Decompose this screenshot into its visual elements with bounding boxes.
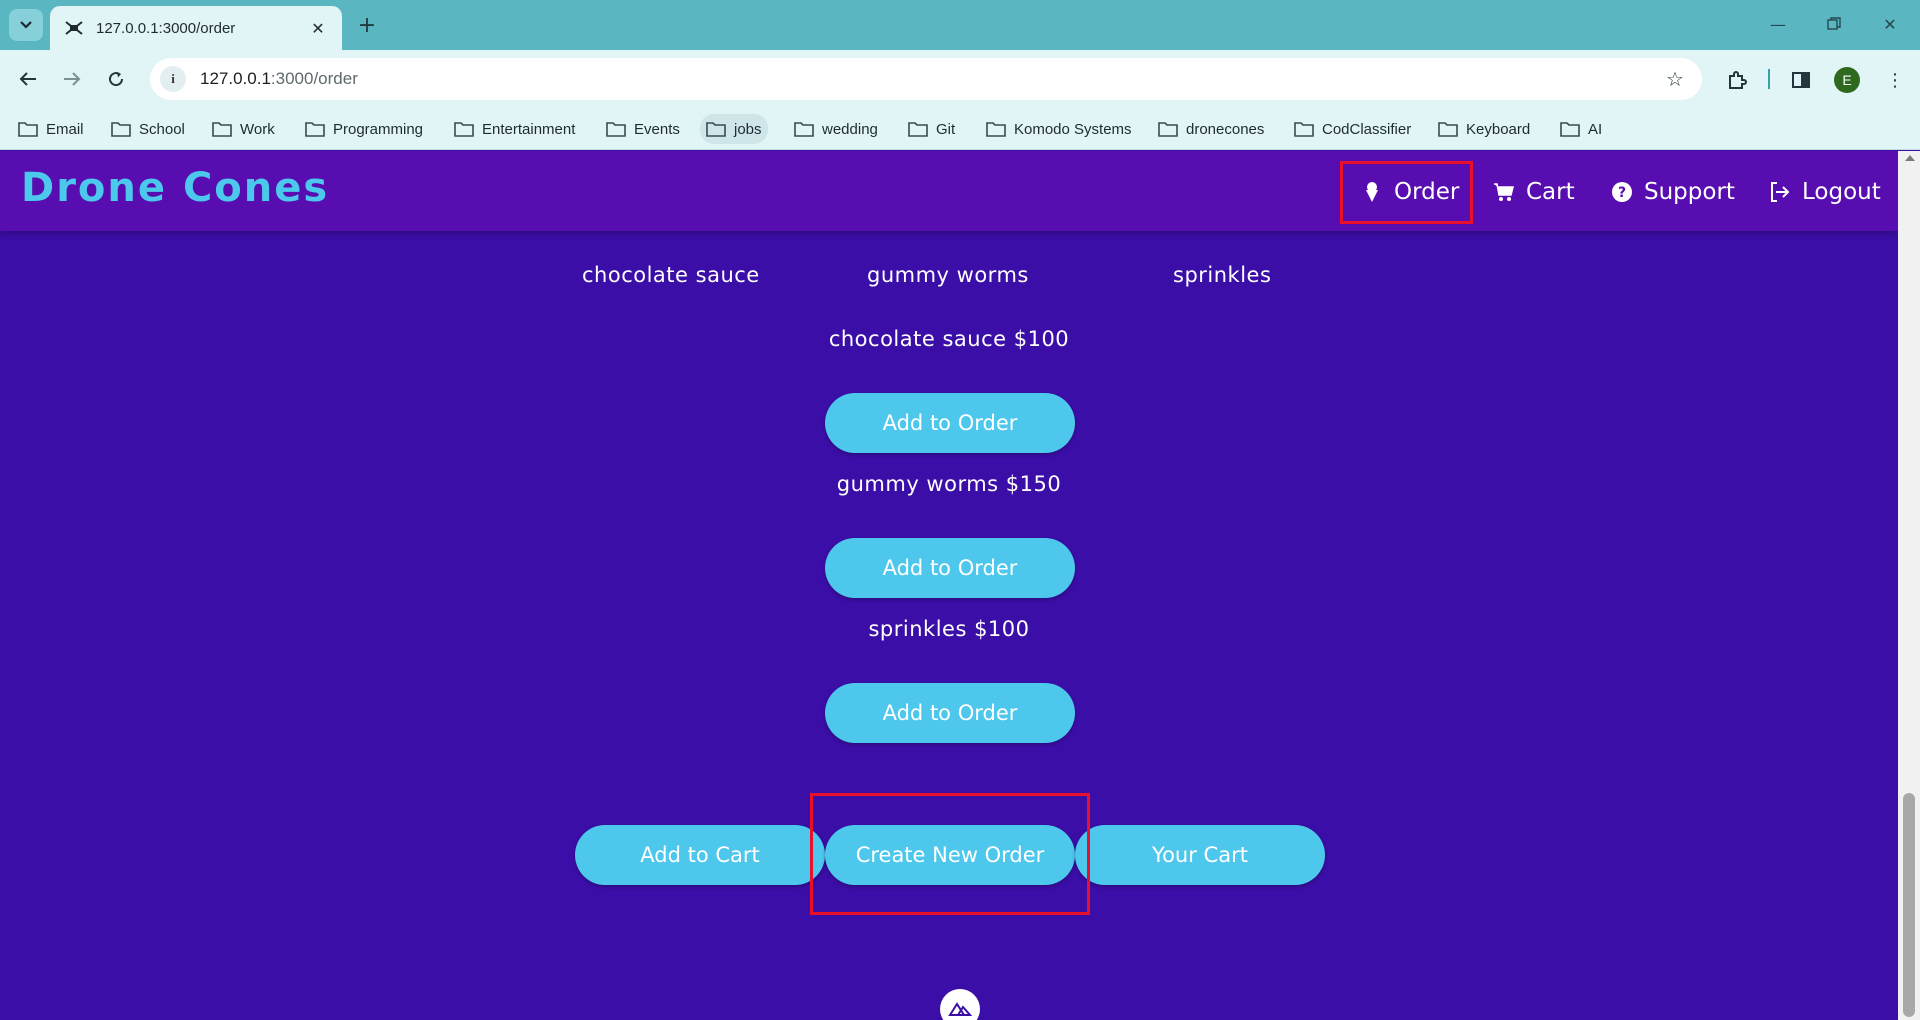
bookmark-komodo-systems[interactable]: Komodo Systems: [980, 114, 1138, 144]
nav-logout[interactable]: Logout: [1768, 175, 1881, 209]
forward-arrow-icon[interactable]: [54, 61, 90, 97]
bookmark-label: jobs: [734, 120, 762, 138]
page-viewport: Drone Cones Order Cart ? Support Logout: [0, 151, 1898, 1020]
toolbar-separator: [1768, 69, 1770, 89]
nav-cart-label: Cart: [1526, 179, 1575, 205]
bookmark-school[interactable]: School: [105, 114, 191, 144]
bookmark-label: AI: [1588, 120, 1603, 138]
nuxt-logo-icon: [940, 989, 980, 1020]
folder-icon: [305, 121, 325, 137]
bookmark-label: dronecones: [1186, 120, 1265, 138]
tab-title: 127.0.0.1:3000/order: [96, 19, 236, 37]
bookmark-email[interactable]: Email: [12, 114, 90, 144]
nav-support[interactable]: ? Support: [1610, 175, 1735, 209]
folder-icon: [454, 121, 474, 137]
folder-icon: [706, 121, 726, 137]
folder-icon: [18, 121, 38, 137]
scroll-thumb[interactable]: [1903, 793, 1915, 1017]
add-to-order-button[interactable]: Add to Order: [825, 538, 1075, 598]
add-to-order-button[interactable]: Add to Order: [825, 393, 1075, 453]
browser-toolbar: i 127.0.0.1:3000/order ☆ E ⋮: [0, 50, 1920, 108]
your-cart-button[interactable]: Your Cart: [1075, 825, 1325, 885]
create-order-highlight-box: [810, 793, 1090, 915]
logout-icon: [1768, 180, 1792, 204]
topping-header-sprinkles: sprinkles: [1173, 263, 1272, 287]
question-circle-icon: ?: [1610, 180, 1634, 204]
bookmark-wedding[interactable]: wedding: [788, 114, 884, 144]
address-host: 127.0.0.1: [200, 69, 271, 88]
side-panel-icon[interactable]: [1786, 65, 1816, 95]
folder-icon: [794, 121, 814, 137]
tab-search-button[interactable]: [9, 9, 43, 41]
bookmark-programming[interactable]: Programming: [299, 114, 429, 144]
topping-header-chocolate-sauce: chocolate sauce: [582, 263, 760, 287]
address-bar[interactable]: i 127.0.0.1:3000/order ☆: [150, 58, 1702, 100]
item-name-sprinkles: sprinkles $100: [868, 617, 1030, 641]
tab-close-icon[interactable]: ✕: [308, 19, 328, 38]
bookmark-events[interactable]: Events: [600, 114, 686, 144]
folder-icon: [1294, 121, 1314, 137]
add-to-cart-button[interactable]: Add to Cart: [575, 825, 825, 885]
cart-icon: [1492, 180, 1516, 204]
folder-icon: [212, 121, 232, 137]
bookmark-label: Programming: [333, 120, 424, 138]
bookmark-label: Entertainment: [482, 120, 576, 138]
bookmark-label: Komodo Systems: [1014, 120, 1132, 138]
drone-favicon-icon: [64, 18, 84, 38]
close-window-icon[interactable]: ✕: [1870, 10, 1910, 38]
address-url: 127.0.0.1:3000/order: [200, 69, 1660, 89]
minimize-icon[interactable]: —: [1758, 10, 1798, 38]
bookmark-label: Work: [240, 120, 275, 138]
brand-logo[interactable]: Drone Cones: [21, 165, 329, 211]
item-name-gummy-worms: gummy worms $150: [836, 472, 1062, 496]
site-info-icon[interactable]: i: [160, 66, 186, 92]
nav-support-label: Support: [1644, 179, 1735, 205]
chevron-down-icon: [20, 21, 32, 29]
profile-avatar[interactable]: E: [1834, 67, 1860, 93]
bookmark-ai[interactable]: AI: [1554, 114, 1608, 144]
bookmark-label: Keyboard: [1466, 120, 1531, 138]
bookmark-git[interactable]: Git: [902, 114, 961, 144]
back-arrow-icon[interactable]: [10, 61, 46, 97]
page-scrollbar[interactable]: [1898, 151, 1920, 1020]
bookmark-label: CodClassifier: [1322, 120, 1412, 138]
folder-icon: [1158, 121, 1178, 137]
bookmark-dronecones[interactable]: dronecones: [1152, 114, 1270, 144]
bookmark-label: Email: [46, 120, 84, 138]
app-navbar: Drone Cones Order Cart ? Support Logout: [0, 151, 1898, 231]
nav-cart[interactable]: Cart: [1492, 175, 1575, 209]
folder-icon: [1438, 121, 1458, 137]
nav-logout-label: Logout: [1802, 179, 1881, 205]
bookmarks-bar: Email School Work Programming Entertainm…: [0, 108, 1920, 150]
topping-header-gummy-worms: gummy worms: [867, 263, 1029, 287]
bookmark-label: Events: [634, 120, 680, 138]
browser-tabstrip: 127.0.0.1:3000/order ✕ + — ✕: [0, 0, 1920, 50]
folder-icon: [986, 121, 1006, 137]
item-name-chocolate-sauce: chocolate sauce $100: [828, 327, 1070, 351]
address-path: :3000/order: [270, 69, 358, 88]
bookmark-codclassifier[interactable]: CodClassifier: [1288, 114, 1417, 144]
bookmark-work[interactable]: Work: [206, 114, 281, 144]
scroll-up-arrow-icon[interactable]: [1905, 155, 1915, 161]
reload-icon[interactable]: [98, 61, 134, 97]
folder-icon: [1560, 121, 1580, 137]
kebab-menu-icon[interactable]: ⋮: [1880, 65, 1910, 95]
bookmark-label: Git: [936, 120, 956, 138]
folder-icon: [111, 121, 131, 137]
order-highlight-box: [1340, 161, 1473, 224]
browser-tab[interactable]: 127.0.0.1:3000/order ✕: [50, 6, 342, 50]
restore-icon[interactable]: [1814, 10, 1854, 38]
extensions-puzzle-icon[interactable]: [1722, 65, 1752, 95]
bookmark-label: wedding: [822, 120, 878, 138]
folder-icon: [606, 121, 626, 137]
new-tab-icon[interactable]: +: [352, 10, 382, 40]
bookmark-star-icon[interactable]: ☆: [1660, 64, 1690, 94]
bookmark-label: School: [139, 120, 185, 138]
folder-icon: [908, 121, 928, 137]
bookmark-keyboard[interactable]: Keyboard: [1432, 114, 1536, 144]
svg-text:?: ?: [1618, 185, 1626, 201]
add-to-order-button[interactable]: Add to Order: [825, 683, 1075, 743]
bookmark-jobs[interactable]: jobs: [700, 114, 768, 144]
bookmark-entertainment[interactable]: Entertainment: [448, 114, 581, 144]
